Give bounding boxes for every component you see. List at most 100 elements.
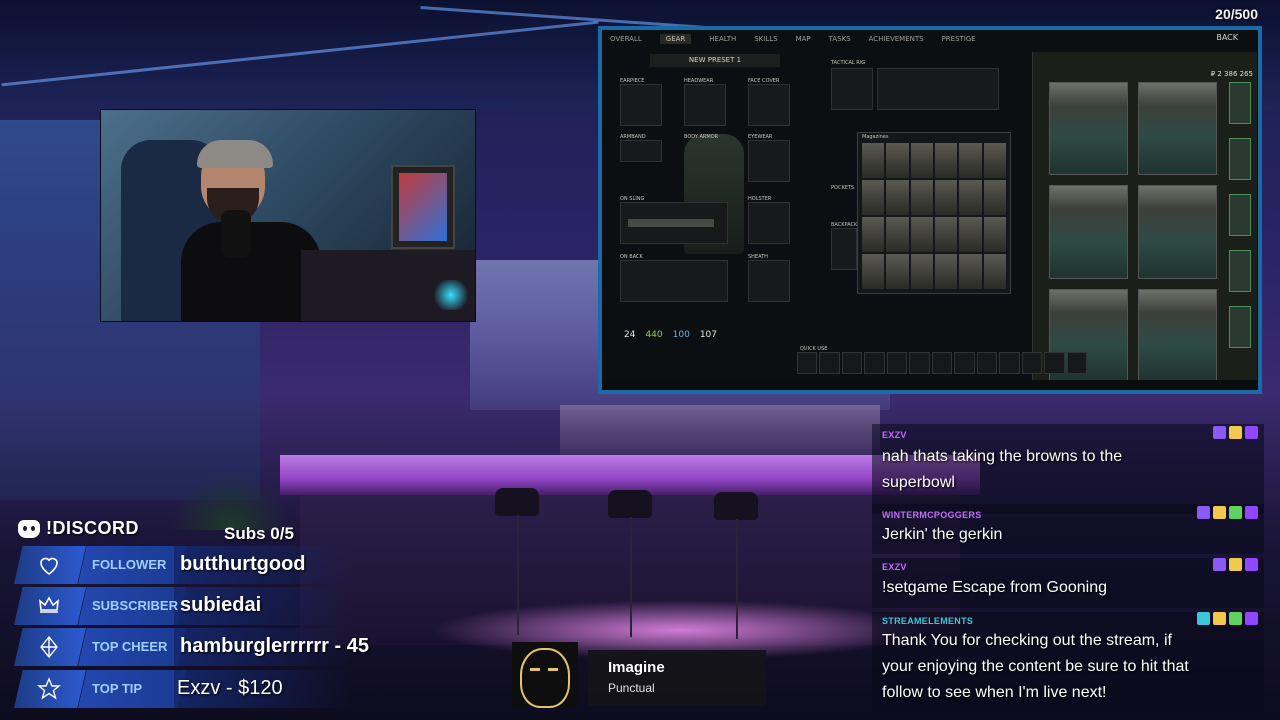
stash-item[interactable] bbox=[1229, 82, 1251, 124]
stash-container[interactable] bbox=[1138, 82, 1217, 176]
song-title: Imagine bbox=[608, 659, 665, 676]
chat-badges bbox=[1213, 426, 1258, 439]
slot-label: BODY ARMOR bbox=[684, 134, 719, 140]
moon-badge-icon bbox=[1229, 426, 1242, 439]
song-artist: Punctual bbox=[608, 681, 655, 695]
quick-use-bar[interactable] bbox=[797, 352, 1088, 374]
stat-value: butthurtgood bbox=[180, 553, 306, 575]
stash-container[interactable] bbox=[1138, 288, 1217, 382]
slot-tactical-rig[interactable] bbox=[831, 68, 873, 110]
moon-badge-icon bbox=[1213, 612, 1226, 625]
menu-item[interactable]: HEALTH bbox=[709, 35, 736, 43]
chat-text: nah thats taking the browns to the bbox=[882, 448, 1123, 465]
chat-text: !setgame Escape from Gooning bbox=[882, 579, 1108, 596]
chat-bubble-badge-icon bbox=[1245, 426, 1258, 439]
slot-armband[interactable] bbox=[620, 140, 662, 162]
stash-side-column bbox=[1229, 82, 1251, 382]
background-bottle-shelf bbox=[560, 405, 880, 455]
menu-item[interactable]: PRESTIGE bbox=[942, 35, 976, 43]
menu-item[interactable]: TASKS bbox=[829, 35, 851, 43]
slot-label: ON SLING bbox=[620, 196, 645, 202]
slot-label: EYEWEAR bbox=[748, 134, 773, 140]
slot-eyewear[interactable] bbox=[748, 140, 790, 182]
slot-headwear[interactable] bbox=[684, 84, 726, 126]
slot-backpack[interactable] bbox=[831, 228, 857, 270]
moon-badge-icon bbox=[1229, 558, 1242, 571]
slot-label: HOLSTER bbox=[748, 196, 772, 202]
tactical-rig-panel: TACTICAL RIG bbox=[827, 60, 1007, 120]
discord-icon bbox=[18, 519, 40, 538]
gear-panel: EARPIECE HEADWEAR FACE COVER ARMBAND BOD… bbox=[612, 74, 812, 334]
menu-item[interactable]: ACHIEVEMENTS bbox=[869, 35, 924, 43]
game-top-menu: OVERALL GEAR HEALTH SKILLS MAP TASKS ACH… bbox=[610, 32, 1250, 46]
top-tip-row: TOP TIP Exzv - $120 bbox=[14, 670, 454, 708]
discord-command: !DISCORD bbox=[18, 518, 139, 539]
follower-row: FOLLOWER butthurtgood bbox=[14, 546, 454, 584]
slot-label: TACTICAL RIG bbox=[831, 60, 866, 66]
chat-username: WINTERMCPOGGERS bbox=[882, 510, 982, 520]
slot-sheath[interactable] bbox=[748, 260, 790, 302]
moon-badge-icon bbox=[1213, 506, 1226, 519]
menu-item-active[interactable]: GEAR bbox=[659, 34, 692, 44]
webcam-feed bbox=[100, 109, 476, 322]
slot-earpiece[interactable] bbox=[620, 84, 662, 126]
stat-label: SUBSCRIBER bbox=[92, 598, 178, 613]
stash-panel: ₽ 2 386 265 bbox=[1032, 52, 1257, 386]
background-plant bbox=[170, 470, 290, 530]
stash-item[interactable] bbox=[1229, 250, 1251, 292]
preset-name[interactable]: NEW PRESET 1 bbox=[650, 54, 780, 67]
stash-container[interactable] bbox=[1049, 185, 1128, 279]
stat-label: TOP TIP bbox=[92, 681, 143, 696]
bot-badge-icon bbox=[1197, 612, 1210, 625]
stat-value: hamburglerrrrrr - 45 bbox=[180, 635, 369, 657]
chat-badges bbox=[1197, 506, 1258, 519]
health-value: 440 bbox=[645, 330, 663, 340]
now-playing-card: Imagine Punctual bbox=[588, 650, 766, 706]
chat-text: Thank You for checking out the stream, i… bbox=[882, 632, 1172, 649]
bar-stool-leg bbox=[630, 517, 632, 637]
slot-on-back[interactable] bbox=[620, 260, 728, 302]
slot-label: ON BACK bbox=[620, 254, 643, 260]
slot-face-cover[interactable] bbox=[748, 84, 790, 126]
chat-bubble-badge-icon bbox=[1245, 506, 1258, 519]
bar-stool bbox=[714, 492, 758, 520]
slot-label: SHEATH bbox=[748, 254, 768, 260]
desk-lights bbox=[431, 280, 471, 310]
menu-item[interactable]: MAP bbox=[796, 35, 811, 43]
stash-item[interactable] bbox=[1229, 194, 1251, 236]
heart-icon bbox=[40, 557, 58, 575]
sub-badge-icon bbox=[1213, 426, 1226, 439]
energy-value: 107 bbox=[699, 330, 718, 340]
level-value: 24 bbox=[624, 330, 636, 340]
checkmark-badge-icon bbox=[1229, 612, 1242, 625]
stash-container[interactable] bbox=[1138, 185, 1217, 279]
chat-panel: EXZV nah thats taking the browns to the … bbox=[872, 420, 1264, 716]
stash-container[interactable] bbox=[1049, 82, 1128, 176]
monitor bbox=[391, 165, 455, 249]
rig-contents[interactable] bbox=[877, 68, 999, 110]
menu-item[interactable]: OVERALL bbox=[610, 35, 642, 43]
chat-text: follow to see when I'm live next! bbox=[882, 684, 1107, 701]
crown-icon bbox=[38, 596, 60, 613]
subscriber-row: SUBSCRIBER subiedai bbox=[14, 587, 454, 625]
stat-label: FOLLOWER bbox=[92, 557, 167, 572]
chat-bubble-badge-icon bbox=[1245, 612, 1258, 625]
magazines-window[interactable]: Magazines bbox=[857, 132, 1011, 294]
rifle-icon bbox=[628, 219, 714, 227]
hydration-value: 100 bbox=[672, 330, 690, 340]
stash-grid[interactable] bbox=[1049, 82, 1217, 382]
back-button[interactable]: BACK bbox=[1216, 33, 1238, 42]
star-icon bbox=[37, 677, 61, 700]
streamer-cap bbox=[197, 140, 273, 168]
album-art bbox=[512, 642, 578, 708]
chat-text: your enjoying the content be sure to hit… bbox=[882, 658, 1189, 675]
chat-badges bbox=[1197, 612, 1258, 625]
chat-text: superbowl bbox=[882, 474, 955, 491]
stash-item[interactable] bbox=[1229, 306, 1251, 348]
chat-username: STREAMELEMENTS bbox=[882, 616, 974, 626]
stash-item[interactable] bbox=[1229, 138, 1251, 180]
chat-bubble-badge-icon bbox=[1245, 558, 1258, 571]
menu-item[interactable]: SKILLS bbox=[754, 35, 777, 43]
slot-holster[interactable] bbox=[748, 202, 790, 244]
slot-label: ARMBAND bbox=[620, 134, 646, 140]
